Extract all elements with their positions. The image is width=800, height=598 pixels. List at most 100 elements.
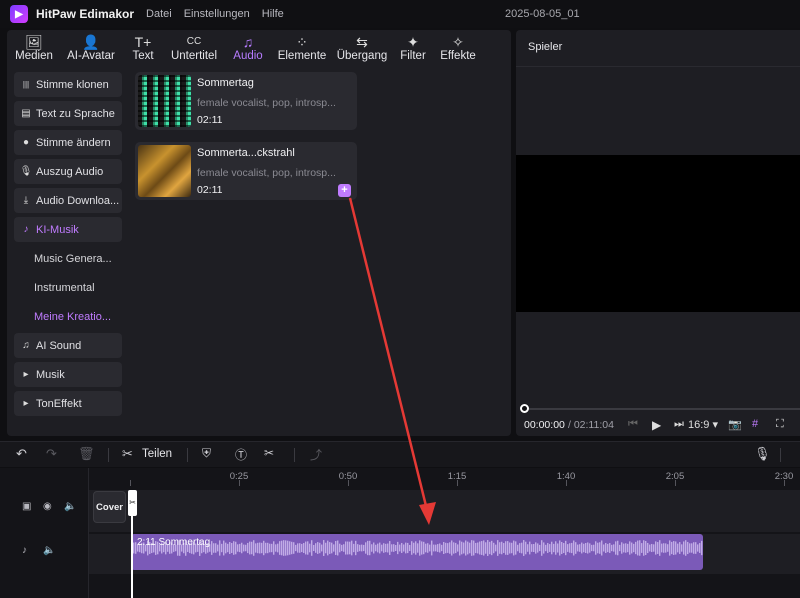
tab-label: Übergang (336, 50, 388, 62)
sidebar-item-label: Stimme klonen (36, 78, 109, 91)
music-card[interactable]: Sommertag female vocalist, pop, introsp.… (135, 72, 357, 130)
redo-icon[interactable]: ↷ (46, 446, 57, 462)
top-tabs: 🖼 Medien 👤 AI-Avatar T+ Text CC Untertitel ♫… (7, 30, 511, 66)
sidebar-item-label: AI Sound (36, 339, 82, 352)
tab-filter[interactable]: ✦ Filter (393, 30, 433, 66)
tab-untertitel[interactable]: CC Untertitel (165, 30, 223, 66)
add-to-timeline-button[interactable]: + (338, 184, 351, 197)
video-track[interactable] (89, 490, 800, 532)
audio-sidebar: ||| Stimme klonen ▤ Text zu Sprache ● Stimm… (14, 72, 122, 420)
tab-text[interactable]: T+ Text (121, 30, 165, 66)
current-time: 00:00:00 (524, 419, 565, 431)
next-frame-icon[interactable]: ⏭ (674, 418, 684, 431)
divider (108, 448, 109, 462)
sidebar-item-auszug-audio[interactable]: 🎙 Auszug Audio (14, 159, 122, 184)
cut-clip-icon[interactable]: ✂ (264, 446, 274, 460)
preview-viewport[interactable] (516, 155, 800, 312)
grid-icon[interactable]: # (752, 418, 758, 430)
timeline-ruler[interactable]: 0:25 0:50 1:15 1:40 2:05 2:30 (130, 468, 800, 488)
menu-einstellungen[interactable]: Einstellungen (184, 8, 250, 20)
ruler-tick (130, 480, 131, 486)
undo-icon[interactable]: ↶ (16, 446, 27, 462)
music-note-icon: ♪ (22, 545, 27, 556)
sidebar-item-label: Musik (36, 368, 65, 381)
elements-icon: ⁘ (296, 34, 308, 50)
project-name: 2025-08-05_01 (505, 8, 580, 20)
speaker-icon[interactable]: 🔈 (43, 545, 55, 556)
ruler-label: 1:15 (447, 471, 467, 482)
tab-effekte[interactable]: ✧ Effekte (433, 30, 483, 66)
playhead-handle[interactable]: ✂ (128, 490, 137, 516)
audio-waveform (133, 540, 703, 556)
sidebar-item-text-zu-sprache[interactable]: ▤ Text zu Sprache (14, 101, 122, 126)
ruler-label: 0:25 (229, 471, 249, 482)
sidebar-item-stimme-aendern[interactable]: ● Stimme ändern (14, 130, 122, 155)
sidebar-item-label: Auszug Audio (36, 165, 104, 178)
speaker-icon[interactable]: 🔈 (64, 501, 76, 512)
export-clip-icon[interactable]: ⤴ (310, 446, 322, 463)
scissors-icon[interactable]: ✂ (122, 446, 133, 462)
shield-icon[interactable]: ⛨ (202, 446, 211, 461)
music-duration: 02:11 (197, 114, 223, 126)
music-card[interactable]: Sommerta...ckstrahl female vocalist, pop… (135, 142, 357, 200)
divider (780, 448, 781, 462)
music-thumbnail (138, 75, 191, 127)
playback-progress-knob[interactable] (520, 404, 529, 413)
tab-label: Effekte (440, 50, 476, 62)
track-headers (0, 468, 89, 598)
previous-frame-icon[interactable]: ⏮ (628, 418, 638, 431)
play-icon[interactable]: ▶ (652, 418, 661, 432)
snapshot-icon[interactable]: 📷 (728, 418, 742, 431)
sidebar-item-ai-sound[interactable]: ♫ AI Sound (14, 333, 122, 358)
menu-datei[interactable]: Datei (146, 8, 172, 20)
sidebar-item-audio-download[interactable]: ⤓ Audio Downloa... (14, 188, 122, 213)
ruler-label: 2:05 (665, 471, 685, 482)
voice-change-icon: ● (22, 137, 30, 148)
music-thumbnail (138, 145, 191, 197)
music-description: female vocalist, pop, introsp... (197, 167, 336, 179)
microphone-icon[interactable]: 🎙 (754, 446, 771, 462)
filter-icon: ✦ (407, 34, 419, 50)
sidebar-subitem-music-generator[interactable]: Music Genera... (14, 246, 122, 271)
sidebar-item-musik[interactable]: ▸ Musik (14, 362, 122, 387)
timeline-toolbar: ↶ ↷ 🗑 ✂ Teilen ⛨ Ⓣ ✂ ⤴ 🎙 (0, 441, 800, 467)
divider (294, 448, 295, 462)
film-icon: ▣ (22, 501, 32, 512)
download-icon: ⤓ (23, 195, 29, 206)
split-button[interactable]: Teilen (142, 448, 172, 460)
text-box-icon[interactable]: Ⓣ (235, 446, 247, 463)
sidebar-subitem-instrumental[interactable]: Instrumental (14, 275, 122, 300)
player-title: Spieler (528, 41, 563, 53)
audio-clip[interactable]: 2:11 Sommertag (131, 534, 703, 570)
music-title: Sommertag (197, 77, 254, 89)
tab-label: Audio (233, 50, 263, 62)
music-title: Sommerta...ckstrahl (197, 147, 295, 159)
total-time: / 02:11:04 (568, 419, 614, 431)
sidebar-subitem-meine-kreationen[interactable]: Meine Kreatio... (14, 304, 122, 329)
tab-medien[interactable]: 🖼 Medien (7, 30, 61, 66)
tab-uebergang[interactable]: ⇆ Übergang (331, 30, 393, 66)
sidebar-item-label: Audio Downloa... (36, 194, 120, 207)
microphone-icon: 🎙 (19, 166, 33, 177)
avatar-icon: 👤 (82, 34, 100, 50)
player-panel: Spieler 00:00:00 / 02:11:04 ⏮ ▶ ⏭ 16:9 ▾… (516, 30, 800, 436)
sidebar-item-stimme-klonen[interactable]: ||| Stimme klonen (14, 72, 122, 97)
tab-label: Filter (400, 50, 426, 62)
title-bar: ▶ HitPaw Edimakor Datei Einstellungen Hi… (0, 0, 800, 28)
timeline: 0:25 0:50 1:15 1:40 2:05 2:30 (0, 468, 800, 598)
tab-ai-avatar[interactable]: 👤 AI-Avatar (61, 30, 121, 66)
aspect-ratio-dropdown[interactable]: 16:9 ▾ (688, 418, 718, 431)
playback-progress-track[interactable] (524, 408, 800, 410)
menu-hilfe[interactable]: Hilfe (262, 8, 284, 20)
sidebar-item-toneffekt[interactable]: ▸ TonEffekt (14, 391, 122, 416)
fullscreen-icon[interactable]: ⛶ (776, 418, 784, 431)
chevron-right-icon: ▸ (23, 398, 29, 409)
tab-audio[interactable]: ♫ Audio (223, 30, 273, 66)
tab-elemente[interactable]: ⁘ Elemente (273, 30, 331, 66)
eye-icon[interactable]: ◉ (43, 501, 52, 512)
cover-button[interactable]: Cover (93, 491, 126, 523)
tab-label: Untertitel (170, 50, 218, 62)
sidebar-item-ki-musik[interactable]: ♪ KI-Musik (14, 217, 122, 242)
chevron-right-icon: ▸ (23, 369, 29, 380)
delete-icon[interactable]: 🗑 (78, 446, 95, 462)
